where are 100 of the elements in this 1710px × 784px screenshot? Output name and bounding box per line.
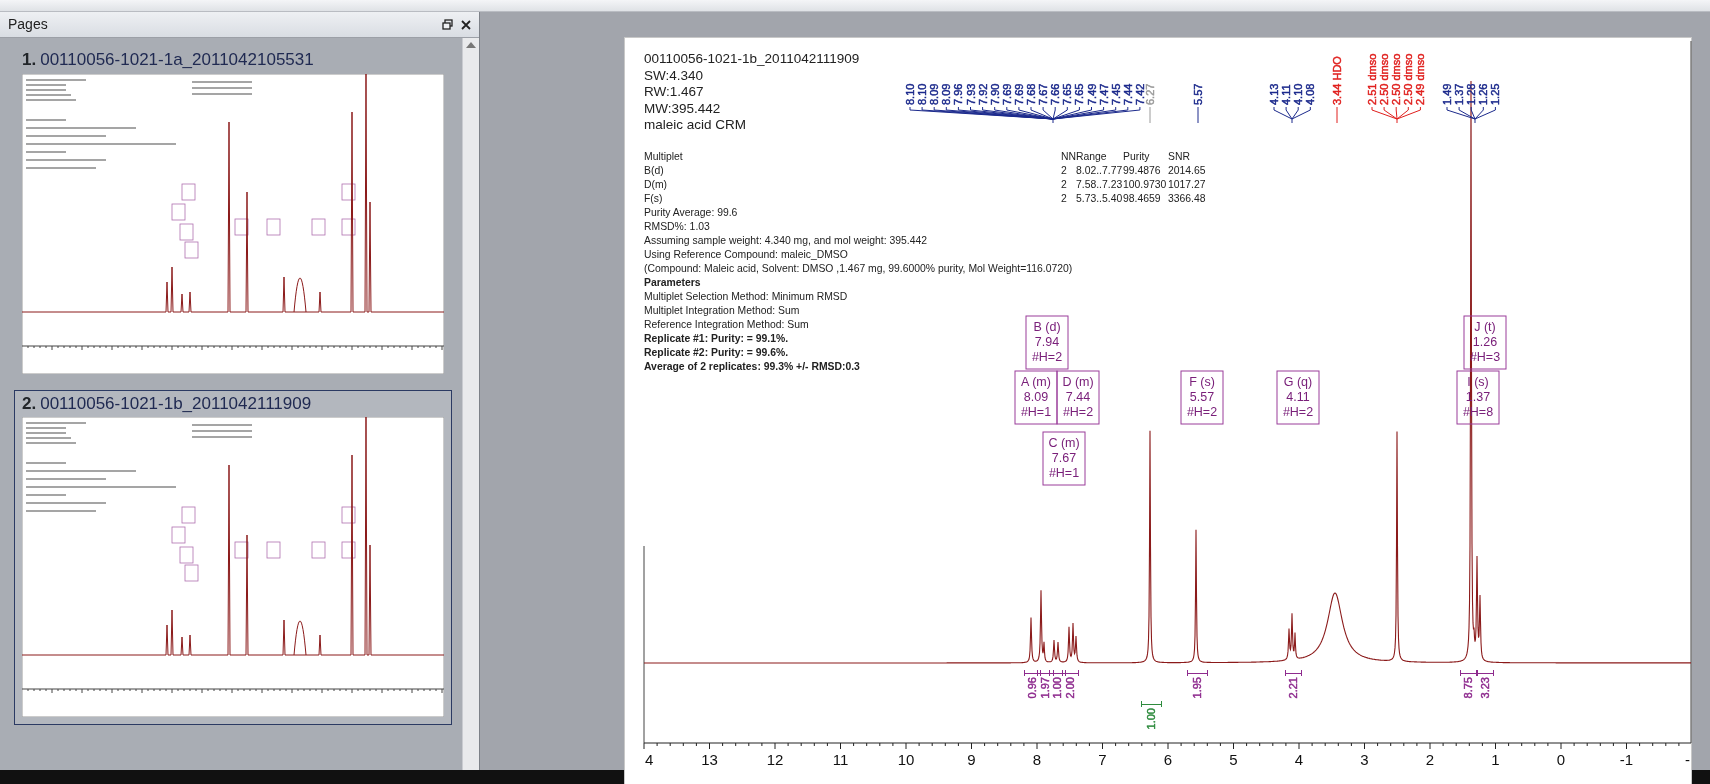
peak-label: 4.11: [1280, 84, 1293, 105]
integral-bracket: [1186, 669, 1208, 677]
peak-label: 2.49 dmso: [1414, 53, 1427, 105]
column-header: Multiplet: [644, 149, 684, 164]
peak-label: 7.65: [1061, 83, 1074, 105]
multiplet-label: G (q) 4.11 #H=2: [1276, 370, 1320, 425]
close-icon[interactable]: [461, 19, 471, 30]
column-header: SNR: [1168, 149, 1190, 164]
table-cell: 7.58..7.23: [1076, 177, 1123, 192]
peak-label: 2.50 dmso: [1402, 53, 1415, 105]
peak-label: 7.96: [952, 83, 965, 105]
axis-tick-label: 5: [1229, 751, 1238, 768]
table-cell-text: 2: [1061, 177, 1068, 192]
peak-label: 2.51 dmso: [1366, 53, 1378, 105]
integral-bracket: [1284, 669, 1302, 677]
column-header: Range: [1076, 149, 1108, 164]
table-cell: 100.9730: [1123, 177, 1168, 192]
column-header: Purity: [1123, 149, 1151, 164]
report-heading: Replicate #1: Purity: = 99.1%.: [644, 331, 789, 346]
page-name: 00110056-1021-1b_2011042111909: [40, 393, 312, 413]
peak-label: 7.69: [1000, 83, 1013, 105]
page-number: 2.: [22, 393, 37, 413]
integral-value: 2.21: [1287, 677, 1299, 699]
scrollbar[interactable]: [462, 38, 479, 770]
integral-value: 1.00: [1145, 708, 1157, 730]
table-cell-text: 99.4876: [1123, 163, 1162, 178]
table-cell-text: F(s): [644, 191, 664, 206]
axis-tick-label: 8: [1032, 751, 1042, 768]
peak-label: 5.57: [1192, 83, 1204, 105]
peak-label: 7.42: [1133, 83, 1146, 105]
axis-tick-label: 4: [645, 751, 654, 768]
integral-value: 2.00: [1064, 677, 1076, 699]
peak-label: 7.65: [1073, 83, 1086, 105]
integral-value: 1.95: [1191, 677, 1203, 699]
peak-label: 7.67: [1037, 83, 1050, 105]
peak-label: 7.66: [1049, 83, 1062, 105]
peak-connector: [1273, 106, 1311, 124]
window-restore-icon[interactable]: [442, 19, 453, 30]
peak-label: 1.26: [1477, 83, 1490, 105]
axis-tick-label: 11: [832, 751, 849, 768]
report-line: Multiplet Selection Method: Minimum RMSD: [644, 289, 848, 304]
report-header-line: RW:1.467: [644, 84, 704, 101]
peak-label: 6.27: [1144, 83, 1156, 105]
peak-label: 1.25: [1489, 83, 1502, 105]
multiplet-label: D (m) 7.44 #H=2: [1056, 370, 1100, 425]
report-heading: Replicate #2: Purity: = 99.6%.: [644, 345, 789, 360]
axis-tick-label: 3: [1360, 751, 1369, 768]
peak-label: 8.10: [904, 83, 916, 105]
axis-tick-label: -1: [1619, 751, 1634, 768]
table-cell: 2014.65: [1168, 163, 1206, 178]
table-cell-text: 2: [1061, 163, 1068, 178]
peak-label: 4.10: [1292, 83, 1305, 105]
multiplet-label: F (s) 5.57 #H=2: [1180, 370, 1224, 425]
peak-label: 1.49: [1441, 83, 1453, 105]
scroll-up-icon[interactable]: [466, 42, 476, 48]
report-line: Purity Average: 99.6: [644, 205, 738, 220]
peak-label: 7.68: [1025, 83, 1037, 105]
peak-label: 7.44: [1121, 83, 1134, 105]
peak-connector: [1371, 106, 1421, 124]
axis-tick-label: 7: [1098, 751, 1107, 768]
table-cell-text: 98.4659: [1123, 191, 1162, 206]
peak-label: 7.92: [976, 83, 989, 105]
integral-value: 0.96: [1026, 677, 1038, 699]
table-cell-text: 2: [1061, 191, 1068, 206]
report-line: Reference Integration Method: Sum: [644, 317, 809, 332]
integral-value: 1.00: [1051, 677, 1063, 699]
integral-bracket: [1140, 700, 1162, 708]
report-line: Multiplet Integration Method: Sum: [644, 303, 800, 318]
table-cell: 3366.48: [1168, 191, 1206, 206]
report-heading: Average of 2 replicates: 99.3% +/- RMSD:0.3: [644, 359, 860, 374]
page-item[interactable]: 1. 00110056-1021-1a_2011042105531: [14, 46, 452, 382]
multiplet-label: C (m) 7.67 #H=1: [1042, 431, 1086, 486]
integral-value: 3.23: [1479, 677, 1491, 699]
page-number: 1.: [22, 50, 37, 69]
peak-label: 8.09: [940, 83, 953, 105]
multiplet-label: A (m) 8.09 #H=1: [1014, 370, 1058, 425]
integral-value: 1.97: [1039, 677, 1051, 699]
peak-label: 1.28: [1465, 83, 1478, 105]
peak-label: 2.50 dmso: [1378, 53, 1391, 105]
report-header-line: maleic acid CRM: [644, 117, 747, 134]
table-cell: 1017.27: [1168, 177, 1206, 192]
report-header-line: MW:395.442: [644, 100, 721, 117]
axis-tick-label: 2: [1425, 751, 1435, 768]
axis-tick-label: 0: [1556, 751, 1566, 768]
peak-label: 7.69: [1012, 83, 1025, 105]
integral-value: 8.75: [1462, 677, 1474, 699]
page-item[interactable]: 2. 00110056-1021-1b_2011042111909: [14, 389, 452, 726]
report-heading: Parameters: [644, 275, 701, 290]
axis-tick-label: 12: [766, 751, 784, 768]
peak-label: 7.90: [988, 83, 1001, 105]
peak-connector: [1149, 106, 1151, 124]
peak-label: 4.08: [1304, 83, 1317, 105]
report-header-line: 00110056-1021-1b_2011042111909: [644, 51, 860, 68]
report-line: Using Reference Compound: maleic_DMSO: [644, 247, 848, 262]
peak-label: 8.09: [928, 83, 941, 105]
axis-tick-label: -: [1685, 751, 1690, 768]
table-cell: 8.02..7.77: [1076, 163, 1123, 178]
table-cell: 5.73..5.40: [1076, 191, 1123, 206]
peak-connector: [1336, 106, 1338, 124]
peak-label: 4.13: [1268, 83, 1280, 105]
